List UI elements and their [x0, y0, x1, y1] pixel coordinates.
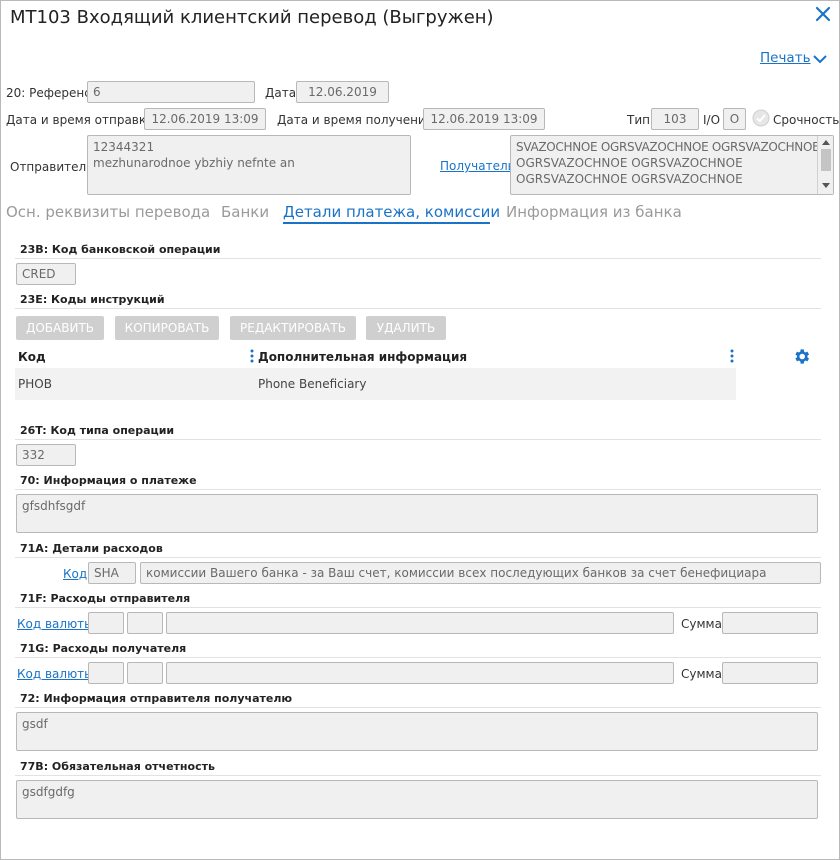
section-26t-title: 26T: Код типа операции [20, 424, 175, 437]
io-field[interactable]: O [723, 108, 746, 130]
charges-description-field[interactable]: комиссии Вашего банка - за Ваш счет, ком… [140, 562, 821, 584]
send-datetime-label: Дата и время отправки [6, 113, 154, 127]
table-cell-info: Phone Beneficiary [258, 377, 367, 391]
divider [15, 308, 821, 309]
divider [15, 775, 821, 776]
column-menu-icon[interactable] [730, 349, 734, 363]
scroll-up-icon[interactable] [821, 138, 831, 146]
section-23b-title: 23B: Код банковской операции [20, 243, 221, 256]
sender-line: mezhunarodnoe ybzhiy nefnte an [93, 156, 295, 170]
sender-sum-label: Сумма [681, 617, 722, 631]
receiver-charges-extra-field[interactable] [127, 662, 163, 684]
print-link[interactable]: Печать [760, 50, 811, 66]
receiver-sum-label: Сумма [681, 667, 722, 681]
divider [15, 489, 821, 490]
sender-field[interactable]: 12344321 mezhunarodnoe ybzhiy nefnte an [87, 135, 411, 195]
gear-icon[interactable] [792, 347, 811, 366]
reference-label: 20: Референс [6, 86, 91, 100]
divider [15, 439, 821, 440]
receiver-line: SVAZOCHNOE OGRSVAZOCHNOE OGRSVAZOCHNOE [516, 140, 820, 154]
section-72-title: 72: Информация отправителя получателю [20, 692, 293, 705]
charges-code-field[interactable]: SHA [88, 562, 136, 584]
table-row[interactable] [15, 368, 736, 400]
operation-type-code-field[interactable]: 332 [16, 444, 76, 466]
type-label: Тип [627, 113, 650, 127]
section-71f-title: 71F: Расходы отправителя [20, 592, 191, 605]
receive-datetime-label: Дата и время получения [277, 113, 433, 127]
receiver-line: OGRSVAZOCHNOE OGRSVAZOCHNOE [516, 172, 743, 186]
column-header-code[interactable]: Код [18, 350, 46, 364]
receiver-field[interactable]: SVAZOCHNOE OGRSVAZOCHNOE OGRSVAZOCHNOE O… [510, 135, 834, 195]
active-tab-indicator [283, 222, 490, 224]
receiver-scrollbar[interactable] [817, 136, 833, 194]
sender-charges-description-field[interactable] [166, 612, 674, 634]
sender-label: Отправитель [10, 160, 94, 174]
receiver-link[interactable]: Получатель [440, 159, 515, 173]
close-icon[interactable] [812, 3, 834, 25]
section-77b-title: 77B: Обязательная отчетность [20, 760, 215, 773]
add-button[interactable]: ДОБАВИТЬ [16, 316, 104, 340]
section-70-title: 70: Информация о платеже [20, 474, 197, 487]
receiver-sum-field[interactable] [722, 662, 818, 684]
delete-button[interactable]: УДАЛИТЬ [366, 316, 446, 340]
sender-currency-link[interactable]: Код валюты [17, 617, 94, 631]
sender-line: 12344321 [93, 140, 155, 154]
date-label: Дата [265, 86, 297, 100]
tab-banks[interactable]: Банки [221, 203, 269, 221]
column-header-info[interactable]: Дополнительная информация [258, 350, 467, 364]
section-23e-title: 23E: Коды инструкций [20, 293, 165, 306]
table-cell-code: PHOB [18, 377, 52, 391]
charges-code-link[interactable]: Код [63, 567, 87, 581]
divider [15, 657, 821, 658]
dialog-title: МТ103 Входящий клиентский перевод (Выгру… [10, 7, 494, 28]
section-71a-title: 71A: Детали расходов [20, 542, 163, 555]
urgency-checkbox[interactable] [752, 109, 770, 127]
sender-sum-field[interactable] [722, 612, 818, 634]
section-71g-title: 71G: Расходы получателя [20, 642, 187, 655]
divider [15, 607, 821, 608]
date-field[interactable]: 12.06.2019 [296, 81, 389, 103]
reference-field[interactable]: 6 [87, 81, 255, 103]
sender-charges-extra-field[interactable] [127, 612, 163, 634]
tab-bank-info[interactable]: Информация из банка [506, 203, 682, 221]
tab-payment-details[interactable]: Детали платежа, комиссии [283, 203, 500, 221]
urgency-label: Срочность [773, 113, 840, 127]
tab-main-details[interactable]: Осн. реквизиты перевода [6, 203, 210, 221]
divider [15, 557, 821, 558]
edit-button[interactable]: РЕДАКТИРОВАТЬ [230, 316, 356, 340]
receiver-charges-currency-field[interactable] [88, 662, 124, 684]
column-menu-icon[interactable] [250, 349, 254, 363]
chevron-down-icon[interactable] [812, 53, 828, 65]
send-datetime-field[interactable]: 12.06.2019 13:09 [144, 108, 266, 130]
type-field[interactable]: 103 [651, 108, 699, 130]
divider [15, 707, 821, 708]
sender-charges-currency-field[interactable] [88, 612, 124, 634]
io-label: I/O [703, 113, 721, 127]
receiver-line: OGRSVAZOCHNOE OGRSVAZOCHNOE [516, 156, 743, 170]
scroll-down-icon[interactable] [821, 182, 831, 190]
receiver-charges-description-field[interactable] [166, 662, 674, 684]
scroll-thumb[interactable] [821, 149, 831, 171]
receive-datetime-field[interactable]: 12.06.2019 13:09 [423, 108, 545, 130]
payment-info-field[interactable]: gfsdhfsgdf [16, 494, 818, 533]
regulatory-reporting-field[interactable]: gsdfgdfg [16, 780, 818, 819]
divider [15, 258, 821, 259]
receiver-currency-link[interactable]: Код валюты [17, 667, 94, 681]
sender-to-receiver-info-field[interactable]: gsdf [16, 712, 818, 751]
bank-operation-code-field[interactable]: CRED [16, 263, 76, 285]
copy-button[interactable]: КОПИРОВАТЬ [115, 316, 219, 340]
